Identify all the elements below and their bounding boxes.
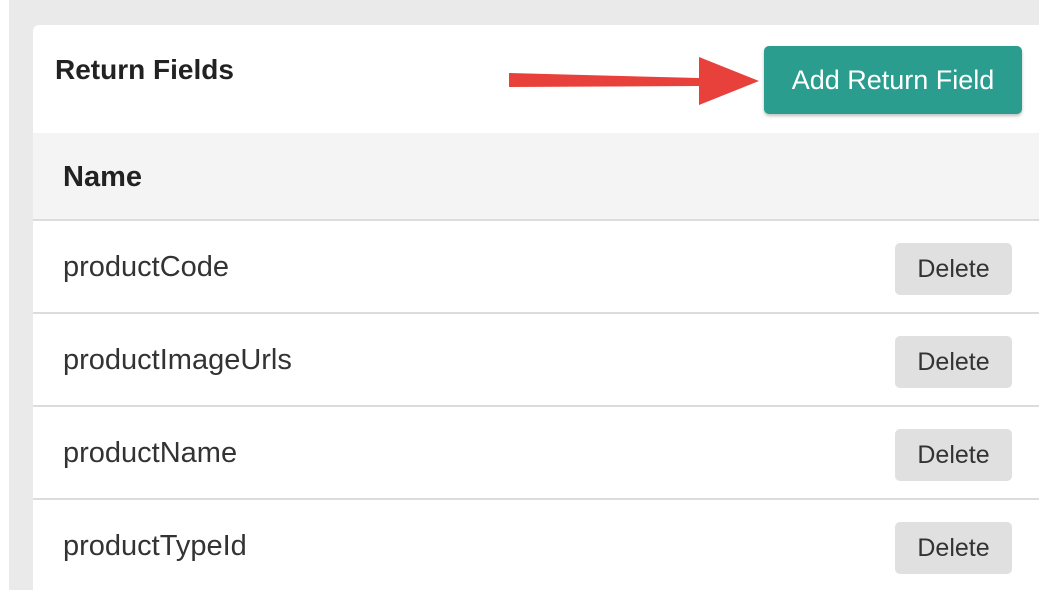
column-header-name: Name	[63, 161, 142, 193]
card-header: Return Fields Add Return Field	[33, 25, 1039, 133]
delete-button[interactable]: Delete	[895, 429, 1012, 481]
return-fields-card: Return Fields Add Return Field Name prod…	[33, 25, 1039, 590]
table-row: productCode Delete	[33, 221, 1039, 314]
delete-button[interactable]: Delete	[895, 243, 1012, 295]
table-row: productName Delete	[33, 407, 1039, 500]
field-name: productName	[63, 437, 238, 469]
delete-button[interactable]: Delete	[895, 522, 1012, 574]
field-name: productTypeId	[63, 530, 247, 562]
field-name: productCode	[63, 251, 230, 283]
field-name: productImageUrls	[63, 344, 292, 376]
add-return-field-button[interactable]: Add Return Field	[764, 46, 1022, 114]
delete-button[interactable]: Delete	[895, 336, 1012, 388]
table-header: Name	[33, 133, 1039, 221]
left-gutter	[0, 0, 9, 590]
card-title: Return Fields	[55, 54, 234, 85]
table-row: productImageUrls Delete	[33, 314, 1039, 407]
red-arrow-icon	[509, 57, 759, 105]
table-row: productTypeId Delete	[33, 500, 1039, 590]
